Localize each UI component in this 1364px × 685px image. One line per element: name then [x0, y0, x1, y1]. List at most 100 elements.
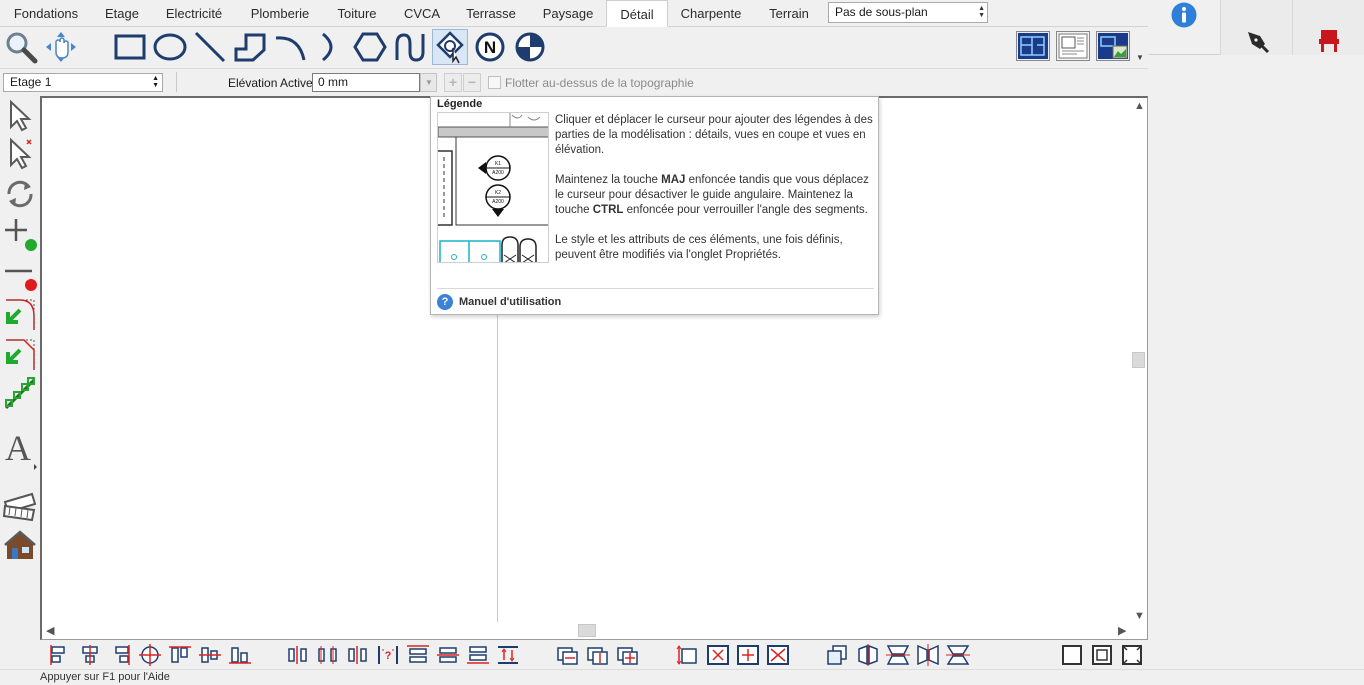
chamfer-tool[interactable] — [2, 336, 38, 372]
user-manual-link[interactable]: Manuel d'utilisation — [459, 296, 561, 308]
float-topography-checkbox[interactable] — [488, 76, 501, 89]
tab-terrain[interactable]: Terrain — [758, 0, 820, 27]
tab-cvca[interactable]: CVCA — [396, 0, 448, 27]
vertical-scroll-thumb[interactable] — [1132, 352, 1145, 368]
ellipse-tool[interactable] — [152, 29, 188, 65]
break-line-tool[interactable] — [2, 256, 38, 292]
view-more-arrow[interactable]: ▼ — [1136, 53, 1144, 62]
distribute-custom-button[interactable]: ? — [376, 644, 400, 666]
select-multiple-tool[interactable] — [2, 136, 38, 172]
tab-terrasse[interactable]: Terrasse — [458, 0, 524, 27]
add-point-tool[interactable] — [2, 216, 38, 252]
move-arrows-icon — [676, 645, 697, 665]
callout-preview-illustration: K1 A200 K2 A200 — [438, 113, 548, 262]
multi-copy-tool[interactable] — [2, 376, 38, 412]
rectangle-tool[interactable] — [112, 29, 148, 65]
scroll-up-icon[interactable]: ▲ — [1134, 100, 1145, 112]
align-left-button[interactable] — [48, 644, 72, 666]
floor-plan-view-button[interactable] — [1016, 31, 1050, 61]
tab-style[interactable] — [1220, 0, 1292, 55]
scroll-down-icon[interactable]: ▼ — [1134, 610, 1145, 622]
resize-both-button[interactable] — [616, 644, 640, 666]
tab-detail[interactable]: Détail — [606, 0, 668, 27]
align-top-edge-button[interactable] — [406, 644, 430, 666]
text-tool[interactable]: A — [2, 430, 38, 470]
frame-icon — [1092, 645, 1112, 665]
center-both-button[interactable] — [766, 644, 790, 666]
arc-tool[interactable] — [272, 29, 308, 65]
align-middle-icon — [199, 647, 221, 663]
display-fill-button[interactable] — [1120, 644, 1144, 666]
pan-tool[interactable] — [43, 29, 79, 65]
distribute-spacing-h-button[interactable] — [346, 644, 370, 666]
resize-height-button[interactable] — [586, 644, 610, 666]
spline-tool[interactable] — [392, 29, 428, 65]
elevation-dropdown[interactable]: ▼ — [420, 73, 437, 92]
line-tool[interactable] — [192, 29, 228, 65]
reflect-up-icon — [886, 645, 910, 665]
resize-width-button[interactable] — [556, 644, 580, 666]
scroll-left-icon[interactable]: ◀ — [46, 624, 54, 637]
tooltip-paragraph-3: Le style et les attributs de ces élément… — [555, 234, 843, 261]
hexagon-tool[interactable] — [352, 29, 388, 65]
tab-library[interactable] — [1292, 0, 1364, 55]
align-center-both-button[interactable] — [138, 644, 162, 666]
align-bottom-edge-button[interactable] — [466, 644, 490, 666]
camera-view-button[interactable] — [1096, 31, 1130, 61]
distribute-h-button[interactable] — [286, 644, 310, 666]
reflect-down-button[interactable] — [946, 644, 970, 666]
record-walkthrough-tool[interactable] — [2, 488, 38, 524]
elevation-input[interactable]: 0 mm — [312, 73, 420, 92]
callout-tool[interactable] — [432, 29, 468, 65]
polyline-tool[interactable] — [232, 29, 268, 65]
align-middle-edge-button[interactable] — [436, 644, 460, 666]
scroll-right-icon[interactable]: ▶ — [1118, 624, 1126, 637]
align-top-button[interactable] — [168, 644, 192, 666]
left-toolbar: A — [0, 96, 40, 641]
select-tool[interactable] — [2, 98, 38, 134]
rotate-icon — [7, 180, 33, 208]
north-arrow-tool[interactable]: N — [472, 29, 508, 65]
half-circle-tool[interactable] — [312, 29, 348, 65]
distribute-center-h-button[interactable] — [316, 644, 340, 666]
center-point-button[interactable] — [736, 644, 760, 666]
tab-info[interactable] — [1149, 0, 1220, 55]
point-to-point-move-button[interactable] — [676, 644, 700, 666]
reflect-up-button[interactable] — [886, 644, 910, 666]
distribute-center-h-icon — [318, 646, 337, 664]
center-object-button[interactable] — [706, 644, 730, 666]
align-right-button[interactable] — [108, 644, 132, 666]
align-middle-button[interactable] — [198, 644, 222, 666]
tab-electricite[interactable]: Electricité — [158, 0, 230, 27]
align-bottom-button[interactable] — [228, 644, 252, 666]
align-center-h-button[interactable] — [78, 644, 102, 666]
horizontal-scrollbar[interactable]: ◀ ▶ — [42, 622, 1130, 639]
zoom-tool[interactable] — [3, 29, 39, 65]
display-frame-button[interactable] — [1090, 644, 1114, 666]
spline-icon — [395, 33, 425, 62]
display-box-button[interactable] — [1060, 644, 1084, 666]
subplan-select[interactable]: Pas de sous-plan ▲ ▼ — [828, 2, 988, 23]
section-marker-tool[interactable] — [512, 29, 548, 65]
copy-paste-button[interactable] — [826, 644, 850, 666]
tab-charpente[interactable]: Charpente — [672, 0, 750, 27]
fillet-icon — [6, 299, 35, 330]
tab-etage[interactable]: Etage — [96, 0, 148, 27]
rotate-tool[interactable] — [2, 176, 38, 212]
tab-paysage[interactable]: Paysage — [534, 0, 602, 27]
horizontal-scroll-thumb[interactable] — [578, 624, 596, 637]
layout-view-button[interactable] — [1056, 31, 1090, 61]
house-tool[interactable] — [2, 528, 38, 564]
reflect-left-button[interactable] — [856, 644, 880, 666]
reflect-right-button[interactable] — [916, 644, 940, 666]
tooltip-description: Cliquer et déplacer le curseur pour ajou… — [555, 113, 873, 278]
tab-fondations[interactable]: Fondations — [4, 0, 88, 27]
floor-select[interactable]: Etage 1 ▲ ▼ — [3, 73, 163, 92]
vertical-scrollbar[interactable]: ▲ ▼ — [1130, 98, 1147, 624]
tab-plomberie[interactable]: Plomberie — [242, 0, 318, 27]
elevation-plus-button[interactable]: + — [444, 73, 462, 92]
fillet-tool[interactable] — [2, 296, 38, 332]
tab-toiture[interactable]: Toiture — [328, 0, 386, 27]
distribute-v-button[interactable] — [496, 644, 520, 666]
elevation-minus-button[interactable]: − — [463, 73, 481, 92]
